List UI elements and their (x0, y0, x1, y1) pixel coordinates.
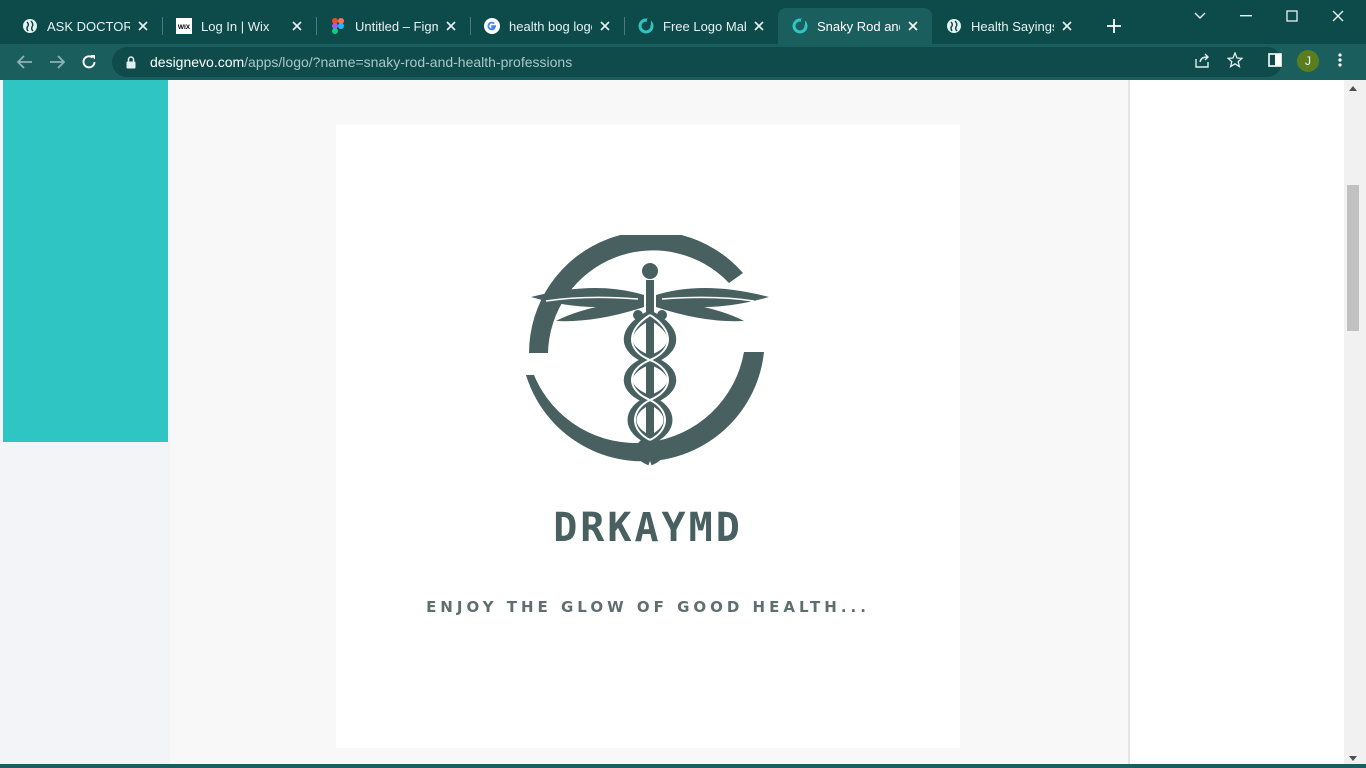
back-button[interactable] (11, 48, 39, 76)
wix-icon-text: WIX (178, 24, 191, 31)
tab-title: Log In | Wix (201, 18, 270, 34)
scrollbar-thumb[interactable] (1347, 185, 1359, 331)
close-tab-icon[interactable] (904, 17, 922, 35)
tab-title: Snaky Rod and Health Professions (817, 18, 900, 34)
designevo-icon (792, 18, 808, 34)
tab-search-button[interactable] (1177, 0, 1223, 32)
browser-toolbar: designevo.com/apps/logo/?name=snaky-rod-… (0, 44, 1366, 80)
tab-ask-doctor-kay[interactable]: ASK DOCTOR KAY (8, 8, 162, 44)
chevron-down-icon (1194, 12, 1206, 19)
figma-icon (330, 18, 346, 34)
forward-button[interactable] (43, 48, 71, 76)
side-panel-icon (1268, 53, 1282, 67)
tab-strip: ASK DOCTOR KAY WIX Log In | Wix Untitled… (0, 0, 1366, 44)
right-panel (1130, 80, 1344, 768)
logo-canvas[interactable]: DRKAYMD ENJOY THE GLOW OF GOOD HEALTH... (336, 125, 960, 748)
reload-button[interactable] (75, 48, 103, 76)
tab-figma[interactable]: Untitled – Figma (316, 8, 470, 44)
caduceus-icon (526, 235, 769, 466)
logo-tagline: ENJOY THE GLOW OF GOOD HEALTH... (426, 598, 870, 616)
left-sidebar-background (3, 442, 168, 768)
url-domain: designevo.com (150, 54, 245, 70)
arrow-right-icon (50, 55, 65, 69)
globe-icon (22, 18, 38, 34)
tab-title: Free Logo Maker (663, 18, 746, 34)
close-tab-icon[interactable] (442, 17, 460, 35)
wix-icon: WIX (176, 18, 192, 34)
menu-button[interactable] (1328, 48, 1352, 72)
designevo-icon (638, 18, 654, 34)
tab-health-sayings[interactable]: Health Sayings & Quotes (932, 8, 1086, 44)
url-path: /apps/logo/?name=snaky-rod-and-health-pr… (244, 54, 573, 70)
maximize-button[interactable] (1269, 0, 1315, 32)
close-window-button[interactable] (1315, 0, 1361, 32)
kebab-menu-icon (1338, 53, 1342, 67)
bookmark-star-button[interactable] (1223, 48, 1247, 72)
reload-icon (82, 55, 96, 69)
maximize-icon (1286, 10, 1298, 22)
tab-snaky-rod-active[interactable]: Snaky Rod and Health Professions (778, 8, 932, 44)
side-panel-button[interactable] (1263, 48, 1287, 72)
plus-icon (1107, 19, 1121, 33)
google-icon (484, 18, 500, 34)
minimize-button[interactable] (1223, 0, 1269, 32)
arrow-left-icon (17, 55, 32, 69)
address-bar[interactable]: designevo.com/apps/logo/?name=snaky-rod-… (112, 47, 1282, 77)
close-tab-icon[interactable] (288, 17, 306, 35)
scrollbar-track[interactable] (1344, 80, 1366, 768)
star-icon (1227, 52, 1243, 68)
share-button[interactable] (1191, 48, 1215, 72)
tab-list: ASK DOCTOR KAY WIX Log In | Wix Untitled… (8, 8, 1086, 44)
close-tab-icon[interactable] (1058, 17, 1076, 35)
scroll-up-arrow-icon[interactable] (1348, 84, 1358, 92)
tab-title: ASK DOCTOR KAY (47, 18, 130, 34)
tab-title: health bog logo - Google Search (509, 18, 592, 34)
web-page: DRKAYMD ENJOY THE GLOW OF GOOD HEALTH... (0, 80, 1366, 768)
minimize-icon (1240, 15, 1252, 17)
tab-title: Health Sayings & Quotes (971, 18, 1054, 34)
tab-google-search[interactable]: health bog logo - Google Search (470, 8, 624, 44)
left-sidebar-banner (3, 80, 168, 442)
lock-icon[interactable] (124, 55, 138, 69)
share-icon (1195, 53, 1209, 68)
new-tab-button[interactable] (1102, 14, 1126, 38)
window-bottom-border (0, 764, 1366, 768)
close-icon (1332, 10, 1344, 22)
logo-brand-name: DRKAYMD (553, 505, 743, 551)
scroll-down-arrow-icon[interactable] (1348, 754, 1358, 762)
profile-avatar[interactable]: J (1297, 50, 1319, 72)
tab-free-logo-maker[interactable]: Free Logo Maker (624, 8, 778, 44)
close-tab-icon[interactable] (134, 17, 152, 35)
tab-wix-login[interactable]: WIX Log In | Wix (162, 8, 316, 44)
close-tab-icon[interactable] (596, 17, 614, 35)
close-tab-icon[interactable] (750, 17, 768, 35)
globe-icon (946, 18, 962, 34)
tab-title: Untitled – Figma (355, 18, 438, 34)
